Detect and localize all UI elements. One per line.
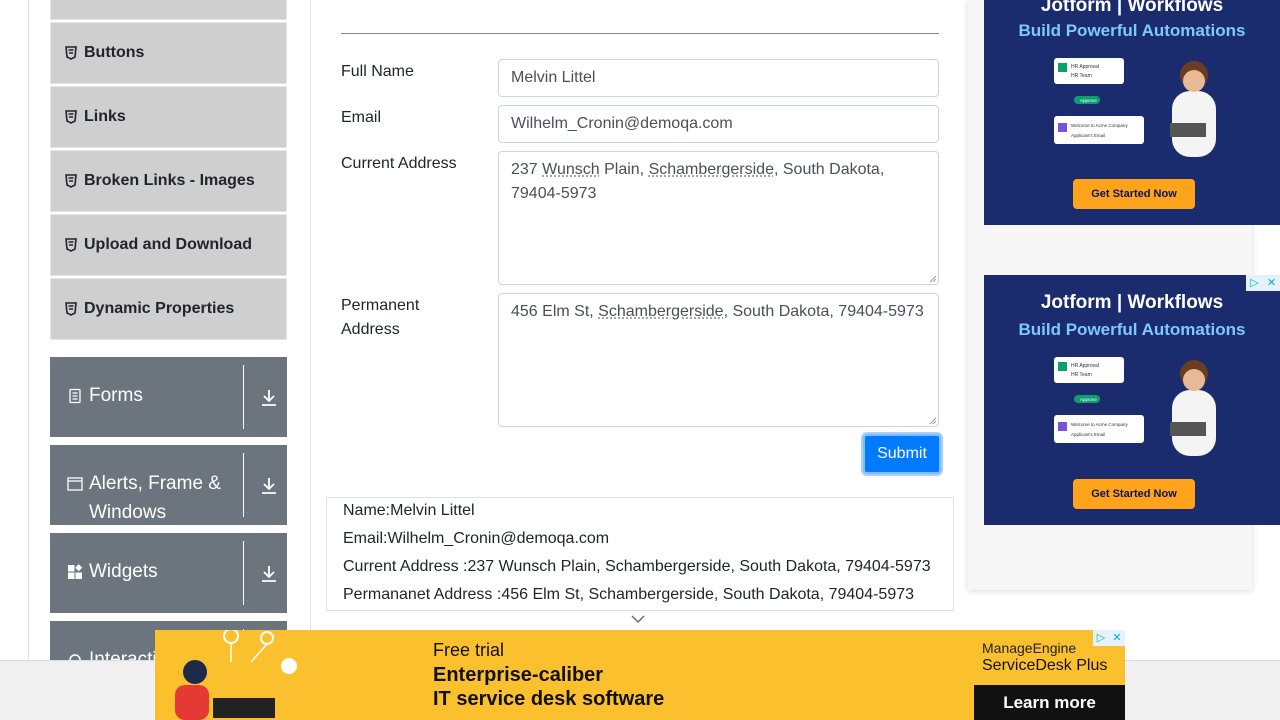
sidebar-item-label: Dynamic Properties (84, 300, 235, 317)
ad-jotform-bottom[interactable]: ▷ ✕ Jotform | Workflows Build Powerful A… (984, 275, 1280, 525)
label-line: Permanent (341, 297, 420, 314)
sidebar-right-border (310, 0, 311, 660)
ad-close-icon[interactable]: ✕ (1263, 275, 1280, 291)
form-divider (341, 33, 939, 34)
sidebar-group-alerts[interactable]: Alerts, Frame & Windows (50, 445, 287, 525)
output-name: Name:Melvin Littel (343, 502, 475, 519)
banner-learn-more-button[interactable]: Learn more (974, 685, 1125, 720)
sidebar-item-label: Buttons (84, 44, 145, 61)
ad-card-text: Applicant's Email (1071, 432, 1105, 437)
ad-get-started-button[interactable]: Get Started Now (1073, 479, 1195, 509)
ad-brand: Jotform | Workflows (1040, 0, 1224, 16)
html5-icon (65, 174, 77, 188)
widgets-icon (67, 564, 83, 580)
ad-get-started-button[interactable]: Get Started Now (1073, 179, 1195, 209)
banner-brand-product: ServiceDesk Plus (982, 657, 1108, 674)
sidebar-item-label: Broken Links - Images (84, 172, 255, 189)
html5-icon (65, 46, 77, 60)
group-divider (243, 541, 244, 605)
banner-line1: Free trial (433, 640, 505, 660)
ad-card-text: Approve (1080, 397, 1097, 402)
banner-line3: IT service desk software (433, 688, 665, 710)
output-permanent-address: Permananet Address :456 Elm St, Schamber… (343, 586, 915, 603)
ad-card-text: HR Approval (1071, 363, 1099, 369)
resize-grip-icon[interactable] (929, 275, 937, 283)
label-line: Address (341, 321, 400, 338)
ad-close-icon[interactable]: ✕ (1109, 630, 1125, 646)
address-text: , South Dakota, 79404-5973 (723, 303, 924, 320)
address-text: 237 (511, 161, 543, 178)
sidebar-item-buttons[interactable]: Buttons (50, 22, 287, 84)
group-divider (243, 365, 244, 429)
resize-grip-icon[interactable] (929, 417, 937, 425)
html5-icon (65, 110, 77, 124)
address-text: 456 Elm St, (511, 303, 599, 320)
ad-illustration-icon: HR Approval HR Team Approve Welcome to A… (1054, 357, 1216, 456)
address-text: Plain, (599, 161, 649, 178)
sidebar-item-broken-links[interactable]: Broken Links - Images (50, 150, 287, 212)
full-name-label: Full Name (341, 63, 414, 80)
spellcheck-word: Schambergerside (598, 303, 724, 320)
email-input[interactable]: Wilhelm_Cronin@demoqa.com (498, 105, 939, 143)
ad-card-text: HR Approval (1071, 64, 1099, 70)
address-text: , South Dakota, (773, 161, 885, 178)
html5-icon (65, 238, 77, 252)
form-icon (67, 388, 83, 404)
permanent-address-label: Permanent Address (341, 294, 419, 342)
chevron-down-icon[interactable] (630, 614, 646, 624)
ad-card-text: HR Team (1071, 73, 1092, 79)
ad-info-icon[interactable]: ▷ (1246, 275, 1263, 291)
spellcheck-word: Wunsch (542, 161, 600, 178)
ad-headline: Build Powerful Automations (1018, 320, 1246, 339)
sidebar-item-upload-download[interactable]: Upload and Download (50, 214, 287, 276)
sidebar-item-partial[interactable] (50, 0, 287, 20)
sidebar-group-label: Widgets (89, 561, 158, 582)
ad-choices[interactable]: ▷ ✕ (1246, 275, 1280, 291)
ad-card-text: Approve (1080, 98, 1097, 103)
ad-info-icon[interactable]: ▷ (1093, 630, 1109, 646)
download-icon[interactable] (260, 564, 278, 584)
ad-illustration-icon: HR Approval HR Team Approve Welcome to A… (1054, 58, 1216, 157)
submit-button[interactable]: Submit (863, 434, 941, 474)
output-current-address: Current Address :237 Wunsch Plain, Scham… (343, 558, 931, 575)
download-icon[interactable] (260, 476, 278, 496)
sidebar-item-label: Links (84, 108, 126, 125)
sidebar-left-border (28, 0, 29, 660)
address-text: 79404-5973 (511, 185, 597, 202)
sidebar-group-label: Forms (89, 385, 143, 406)
ad-banner-servicedesk[interactable]: Free trial Enterprise-caliber IT service… (155, 630, 1125, 720)
banner-brand-company: ManageEngine (982, 640, 1077, 656)
sidebar-group-forms[interactable]: Forms (50, 357, 287, 437)
ad-card-text: HR Team (1071, 372, 1092, 378)
ad-headline: Build Powerful Automations (1018, 21, 1246, 40)
ad-card-text: Welcome to Acme Company (1071, 422, 1128, 427)
sidebar-item-label: Upload and Download (84, 236, 252, 253)
output-email: Email:Wilhelm_Cronin@demoqa.com (343, 530, 610, 547)
spellcheck-word: Schambergerside (648, 161, 774, 178)
ad-card-text: Applicant's Email (1071, 133, 1105, 138)
sidebar-item-dynamic-properties[interactable]: Dynamic Properties (50, 278, 287, 340)
ad-choices[interactable]: ▷ ✕ (1093, 630, 1125, 646)
ad-card-text: Welcome to Acme Company (1071, 123, 1128, 128)
group-divider (243, 453, 244, 517)
html5-icon (65, 302, 77, 316)
sidebar-item-links[interactable]: Links (50, 86, 287, 148)
sidebar-group-widgets[interactable]: Widgets (50, 533, 287, 613)
permanent-address-textarea[interactable]: 456 Elm St, Schambergerside, South Dakot… (498, 293, 939, 427)
banner-line2: Enterprise-caliber (433, 664, 604, 686)
full-name-input[interactable]: Melvin Littel (498, 59, 939, 97)
output-panel: Name:Melvin Littel Email:Wilhelm_Cronin@… (326, 497, 954, 611)
ad-brand: Jotform | Workflows (1040, 292, 1224, 313)
sidebar-group-label: Alerts, Frame & Windows (89, 473, 221, 523)
current-address-label: Current Address (341, 155, 457, 172)
ad-banner-illustration-icon (175, 630, 297, 720)
email-label: Email (341, 109, 382, 126)
current-address-textarea[interactable]: 237 Wunsch Plain, Schambergerside, South… (498, 151, 939, 285)
download-icon[interactable] (260, 388, 278, 408)
window-icon (67, 476, 83, 492)
ad-jotform-top[interactable]: Jotform | Workflows Build Powerful Autom… (984, 0, 1280, 225)
